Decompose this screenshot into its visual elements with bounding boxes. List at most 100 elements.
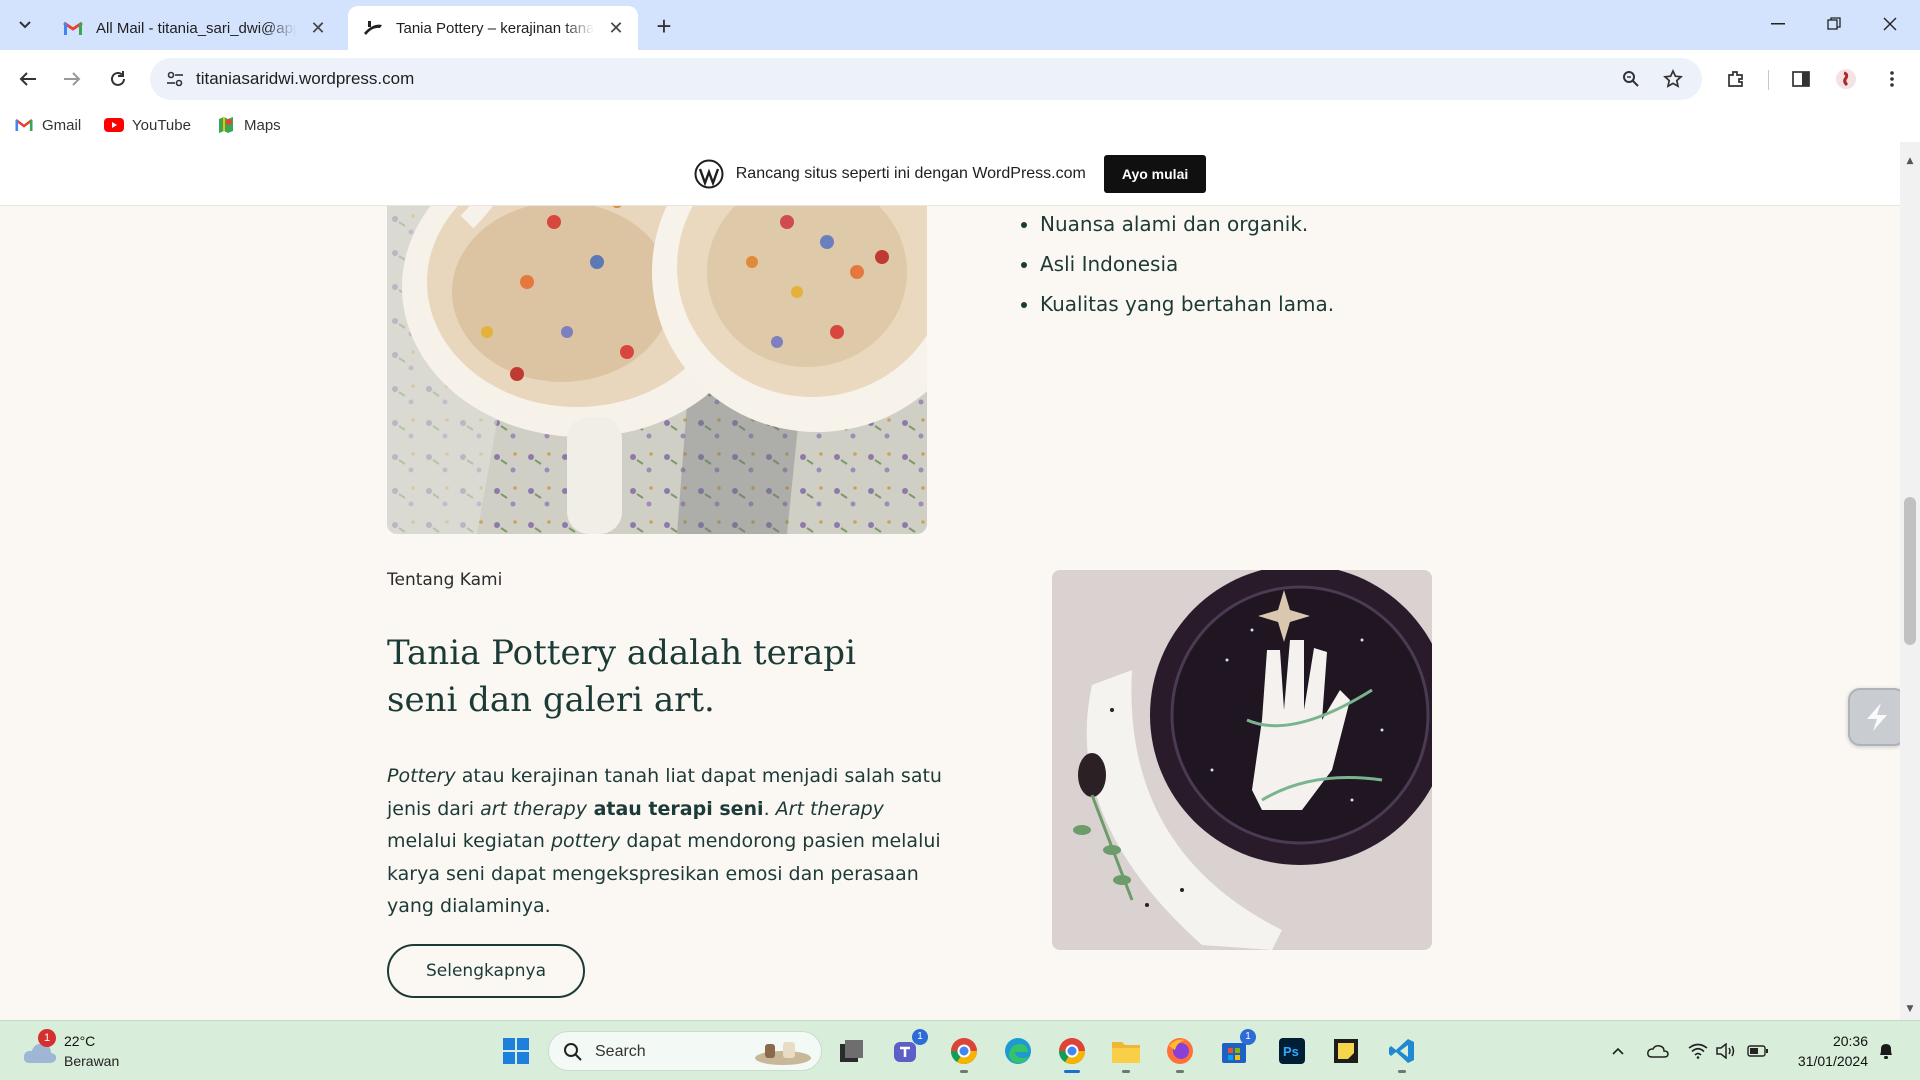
- reload-icon: [111, 71, 125, 86]
- windows-icon: [503, 1038, 529, 1064]
- close-icon[interactable]: ✕: [604, 16, 628, 40]
- zoom-icon[interactable]: [1616, 64, 1646, 94]
- vscode-icon: [1389, 1039, 1414, 1063]
- folder-icon: [1112, 1042, 1140, 1063]
- address-bar[interactable]: titaniasaridwi.wordpress.com: [150, 58, 1702, 100]
- pottery-wheel-icon: [362, 17, 384, 39]
- gmail-icon: [62, 17, 84, 39]
- file-explorer-app[interactable]: [1106, 1031, 1146, 1073]
- restore-button[interactable]: [1814, 8, 1854, 40]
- edge-app[interactable]: [998, 1031, 1038, 1071]
- chrome-app[interactable]: [1052, 1031, 1092, 1073]
- arrow-left-icon: [19, 72, 36, 86]
- extensions-icon[interactable]: [1720, 63, 1752, 95]
- menu-icon[interactable]: [1876, 63, 1908, 95]
- clock[interactable]: 20:36 31/01/2024: [1778, 1031, 1868, 1071]
- taskbar-search[interactable]: Search: [548, 1031, 822, 1071]
- bookmark-youtube[interactable]: YouTube: [104, 114, 191, 136]
- back-button[interactable]: [12, 63, 44, 95]
- running-indicator: [1122, 1070, 1130, 1073]
- weather-badge: 1: [38, 1029, 56, 1047]
- clock-date: 31/01/2024: [1797, 1053, 1868, 1069]
- toolbar-divider: [1768, 70, 1769, 90]
- more-button[interactable]: Selengkapnya: [387, 944, 585, 998]
- onedrive-icon[interactable]: [1646, 1039, 1670, 1063]
- side-panel-icon[interactable]: [1785, 63, 1817, 95]
- photoshop-icon: Ps: [1279, 1038, 1305, 1064]
- minimize-button[interactable]: [1758, 8, 1798, 40]
- weather-condition: Berawan: [64, 1053, 120, 1069]
- start-button[interactable]: [496, 1031, 536, 1071]
- store-badge: 1: [1240, 1029, 1256, 1045]
- reload-button[interactable]: [102, 63, 134, 95]
- task-view-app[interactable]: [832, 1031, 872, 1071]
- floating-extension-widget[interactable]: [1848, 688, 1906, 746]
- page-viewport: Nuansa alami dan organik. Asli Indonesia…: [0, 142, 1900, 1020]
- sticky-notes-icon: [1334, 1039, 1358, 1063]
- section-label: Tentang Kami: [387, 570, 503, 590]
- edge-icon: [1005, 1038, 1031, 1064]
- feature-item: Nuansa alami dan organik.: [1040, 204, 1334, 244]
- teams-badge: 1: [912, 1029, 928, 1045]
- tab-search-button[interactable]: [10, 10, 40, 40]
- notification-bell-icon[interactable]: [1874, 1039, 1898, 1063]
- body-text: melalui kegiatan: [387, 830, 551, 852]
- lightning-icon: [1867, 703, 1887, 731]
- scrollbar-thumb[interactable]: [1904, 497, 1916, 645]
- bookmark-gmail[interactable]: Gmail: [14, 114, 81, 136]
- weather-widget[interactable]: 1 22°C Berawan: [20, 1029, 140, 1073]
- store-app[interactable]: 1: [1214, 1029, 1256, 1071]
- profile-avatar[interactable]: [1830, 63, 1862, 95]
- new-tab-button[interactable]: +: [650, 11, 678, 41]
- teams-app[interactable]: 1: [886, 1029, 928, 1071]
- url-text[interactable]: titaniasaridwi.wordpress.com: [196, 69, 414, 89]
- chrome-profile-app[interactable]: [944, 1031, 984, 1073]
- wifi-icon[interactable]: [1686, 1039, 1710, 1063]
- star-icon[interactable]: [1658, 64, 1688, 94]
- chrome-icon: [950, 1038, 978, 1065]
- tab-tania-pottery[interactable]: Tania Pottery – kerajinan tanah liat ✕: [348, 6, 638, 50]
- taskbar: 1 22°C Berawan Search 1 1 Ps 20:36 31/01…: [0, 1020, 1920, 1080]
- minimize-icon: [1771, 23, 1785, 25]
- bookmark-label: Gmail: [42, 116, 82, 134]
- close-window-button[interactable]: [1870, 8, 1910, 40]
- feature-list: Nuansa alami dan organik. Asli Indonesia…: [1020, 204, 1334, 324]
- photoshop-app[interactable]: Ps: [1272, 1031, 1312, 1071]
- body-italic: art therapy: [480, 797, 587, 820]
- about-heading: Tania Pottery adalah terapi seni dan gal…: [387, 633, 856, 720]
- firefox-icon: [1167, 1038, 1193, 1064]
- body-bold: atau terapi seni: [586, 797, 764, 820]
- battery-icon[interactable]: [1746, 1039, 1770, 1063]
- tab-strip: All Mail - titania_sari_dwi@apps ✕ Tania…: [0, 0, 1920, 50]
- site-info-icon[interactable]: [160, 64, 190, 94]
- tab-gmail[interactable]: All Mail - titania_sari_dwi@apps ✕: [48, 6, 340, 50]
- chevron-up-icon[interactable]: [1606, 1039, 1630, 1063]
- feature-item: Asli Indonesia: [1040, 244, 1334, 284]
- body-italic: pottery: [550, 830, 621, 852]
- volume-icon[interactable]: [1714, 1039, 1738, 1063]
- restore-icon: [1827, 17, 1841, 30]
- task-view-icon: [840, 1040, 863, 1062]
- tab-title: Tania Pottery – kerajinan tanah liat: [396, 19, 594, 37]
- running-indicator: [1064, 1070, 1080, 1073]
- search-label: Search: [595, 1043, 646, 1060]
- bookmark-label: YouTube: [132, 116, 191, 134]
- page-scrollbar[interactable]: ▲ ▼: [1900, 142, 1920, 1020]
- vscode-app[interactable]: [1382, 1031, 1422, 1073]
- banner-text: Rancang situs seperti ini dengan WordPre…: [735, 164, 1086, 182]
- bowl-photo: [1052, 570, 1432, 950]
- bookmark-label: Maps: [244, 116, 281, 134]
- sticky-notes-app[interactable]: [1326, 1031, 1366, 1071]
- running-indicator: [1176, 1070, 1184, 1073]
- scroll-up-icon[interactable]: ▲: [1905, 156, 1915, 166]
- get-started-button[interactable]: Ayo mulai: [1103, 154, 1207, 193]
- bookmark-maps[interactable]: Maps: [216, 114, 281, 136]
- forward-button[interactable]: [56, 63, 88, 95]
- wordpress-banner: Rancang situs seperti ini dengan WordPre…: [0, 142, 1900, 206]
- firefox-app[interactable]: [1160, 1031, 1200, 1073]
- tab-title: All Mail - titania_sari_dwi@apps: [96, 19, 296, 37]
- close-icon[interactable]: ✕: [306, 16, 330, 40]
- body-italic: Art therapy: [775, 797, 884, 820]
- wordpress-logo-icon: [694, 159, 724, 188]
- scroll-down-icon[interactable]: ▼: [1905, 1004, 1915, 1014]
